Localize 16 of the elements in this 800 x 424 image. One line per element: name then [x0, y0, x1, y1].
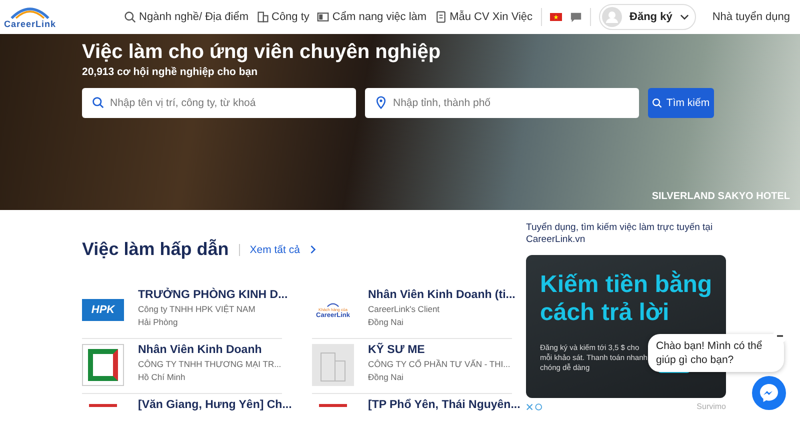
intro-text: Tuyển dụng, tìm kiếm việc làm trực tuyến tại CareerLink.vn [526, 222, 714, 246]
section-title: Việc làm hấp dẫn [82, 239, 229, 260]
ad-brand: Survimo [696, 402, 726, 411]
job-location: Đồng Nai [368, 317, 404, 328]
job-location: Hồ Chí Minh [138, 372, 186, 383]
job-location: Hải Phòng [138, 317, 178, 328]
job-location: Đồng Nai [368, 372, 404, 383]
company-name: CÔNG TY TNHH THƯƠNG MẠI TR... [138, 359, 282, 370]
ad-headline: Kiếm tiền bằng cách trả lời [540, 271, 714, 327]
company-name: Công ty TNHH HPK VIỆT NAM [138, 304, 256, 315]
photo-caption: SILVERLAND SAKYO HOTEL [652, 191, 790, 202]
hero-subtitle: 20,913 cơ hội nghề nghiệp cho bạn [82, 66, 258, 78]
company-logo: HPK [82, 299, 124, 321]
hero-title: Việc làm cho ứng viên chuyên nghiệp [82, 40, 442, 64]
company-name: CÔNG TY CỔ PHẦN TƯ VẤN - THI... [368, 359, 510, 370]
company-name: CareerLink's Client [368, 304, 440, 315]
